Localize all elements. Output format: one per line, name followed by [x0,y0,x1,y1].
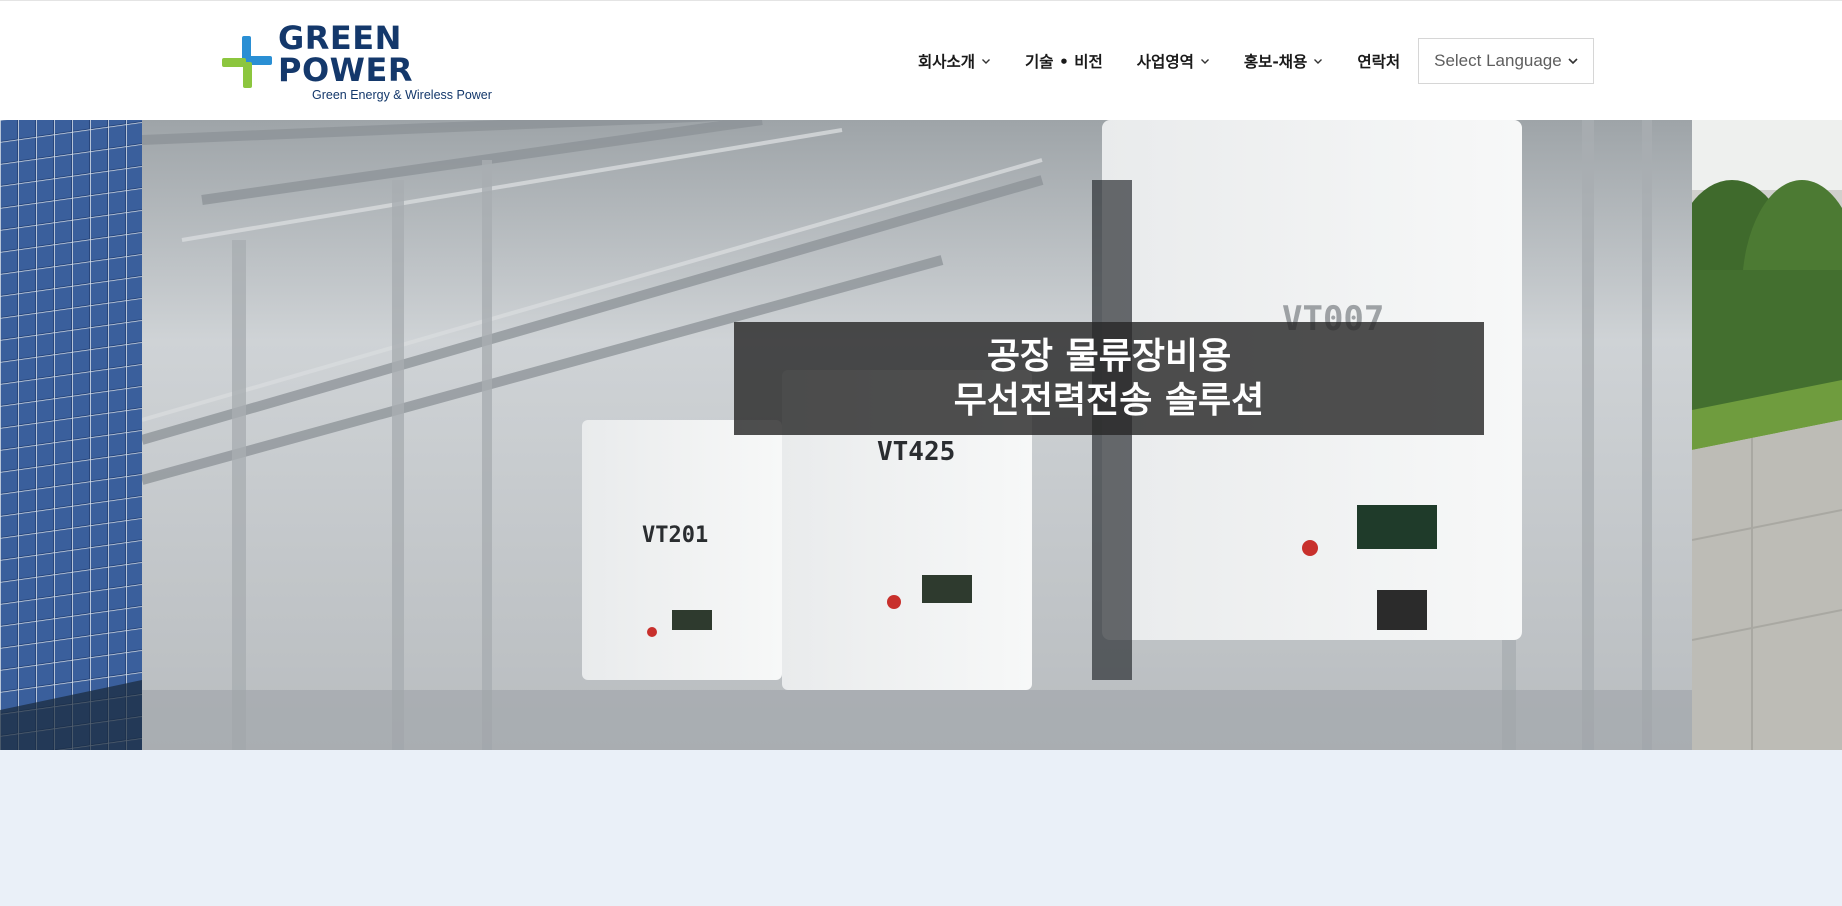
current-slide-factory: VT201 VT425 VT007 공장 물류장비용 무선전력전송 솔루션 [142,120,1692,750]
hero-slider[interactable]: VT201 VT425 VT007 공장 물류장비용 무선전력전송 솔루션 [0,120,1842,750]
prev-slide-solar-panels[interactable] [0,120,142,750]
next-slide-garden[interactable] [1692,120,1842,750]
chevron-down-icon [1200,59,1209,64]
nav-item-label: 회사소개 [918,53,976,71]
factory-equipment-image: VT201 VT425 VT007 [142,120,1692,750]
solar-panel-image [0,120,142,750]
language-select-label: Select Language [1434,51,1562,70]
site-logo[interactable]: GREEN POWER Green Energy & Wireless Powe… [222,22,522,101]
nav-item-label: 연락처 [1357,53,1401,71]
nav-item-pr-recruit[interactable]: 홍보-채용 [1244,50,1323,72]
caption-line-2: 무선전력전송 솔루션 [953,379,1265,421]
logo-title: GREEN POWER [278,19,413,90]
language-select[interactable]: Select Language [1418,38,1595,84]
content-area [0,750,1842,906]
nav-item-contact[interactable]: 연락처 [1357,50,1400,72]
chevron-down-icon [982,59,991,64]
machine-label: VT425 [877,437,955,467]
nav-item-label: 기술 • 비전 [1025,53,1103,71]
machine-label: VT201 [642,523,708,548]
caption-line-1: 공장 물류장비용 [986,335,1232,377]
nav-item-label: 홍보-채용 [1243,53,1308,71]
slide-caption: 공장 물류장비용 무선전력전송 솔루션 [734,322,1484,435]
logo-mark-icon [222,36,272,88]
nav-item-label: 사업영역 [1136,53,1194,71]
nav-item-business[interactable]: 사업영역 [1137,50,1210,72]
logo-tagline: Green Energy & Wireless Power [312,88,492,103]
nav-item-technology-vision[interactable]: 기술 • 비전 [1025,50,1103,72]
chevron-down-icon [1314,59,1323,64]
main-nav: 회사소개 기술 • 비전 사업영역 홍보-채용 연락처 Select Langu… [918,37,1595,85]
nav-item-company[interactable]: 회사소개 [918,50,991,72]
garden-image [1692,120,1842,750]
site-header: GREEN POWER Green Energy & Wireless Powe… [0,0,1842,120]
chevron-down-icon [1568,58,1578,65]
